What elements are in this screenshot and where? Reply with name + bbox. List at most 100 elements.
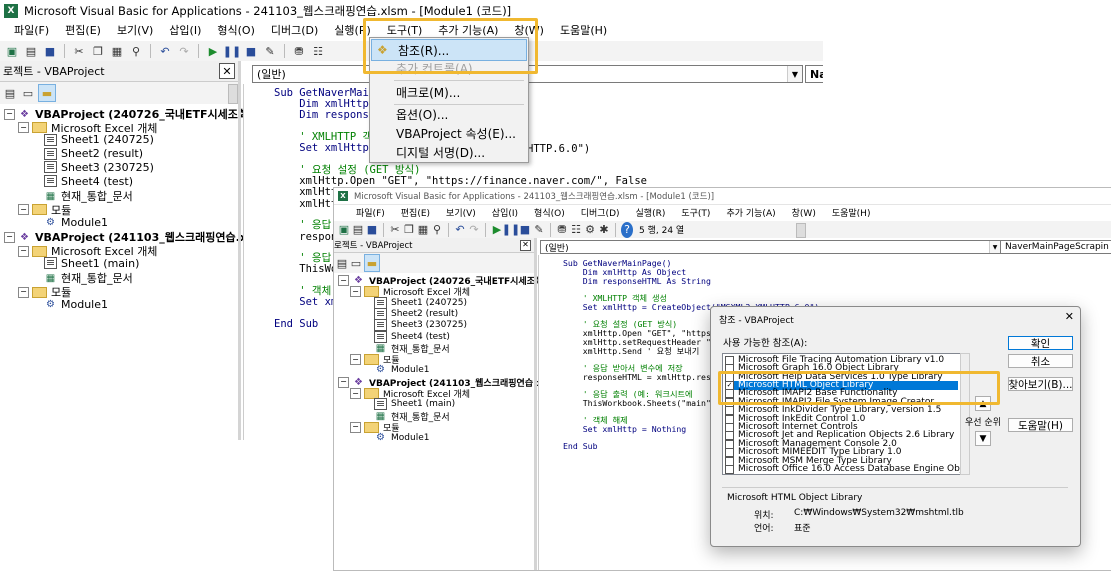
reference-list-item[interactable]: Microsoft Office 16.0 Access Database En… xyxy=(725,464,960,474)
paste-icon[interactable]: ▦ xyxy=(417,222,429,238)
pause-icon[interactable]: ❚❚ xyxy=(223,43,241,59)
tree-node[interactable]: Sheet1 (main) xyxy=(362,398,455,411)
find-icon[interactable]: ⚲ xyxy=(431,222,443,238)
tree-node[interactable]: Sheet3 (230725) xyxy=(362,319,467,332)
tree-node[interactable]: Sheet4 (test) xyxy=(362,330,450,343)
view-object-icon[interactable]: ▭ xyxy=(350,255,362,271)
priority-down-button[interactable]: ▼ xyxy=(975,431,991,446)
close-pane-icon[interactable]: ✕ xyxy=(219,63,235,79)
tree-node[interactable]: Sheet1 (240725) xyxy=(362,296,467,309)
properties-icon[interactable]: ☷ xyxy=(310,43,326,59)
insert-userform-icon[interactable]: ▤ xyxy=(23,43,39,59)
object-browser-icon[interactable]: ⚙ xyxy=(584,222,596,238)
project-explorer-icon[interactable]: ⛃ xyxy=(291,43,307,59)
toggle-folders-icon[interactable]: ▬ xyxy=(38,84,56,102)
tree-node[interactable]: Sheet1 (240725) xyxy=(32,133,154,146)
front-menu-item[interactable]: 창(W) xyxy=(784,206,824,219)
back-menu-item[interactable]: 도움말(H) xyxy=(552,22,615,38)
collapse-icon[interactable]: − xyxy=(350,421,361,433)
collapse-icon[interactable]: − xyxy=(4,108,15,120)
front-menu-item[interactable]: 파일(F) xyxy=(348,206,393,219)
toggle-folders-icon[interactable]: ▬ xyxy=(364,254,380,272)
toolbox-icon[interactable]: ✱ xyxy=(598,222,610,238)
properties-icon[interactable]: ☷ xyxy=(570,222,582,238)
back-menu-item[interactable]: 편집(E) xyxy=(57,22,109,38)
front-menu-item[interactable]: 실행(R) xyxy=(628,206,674,219)
tree-node[interactable]: Sheet4 (test) xyxy=(32,175,133,188)
help-icon[interactable]: ? xyxy=(621,221,633,238)
front-menu-item[interactable]: 형식(O) xyxy=(526,206,573,219)
tree-node[interactable]: ⚙ Module1 xyxy=(32,216,108,229)
collapse-icon[interactable]: − xyxy=(350,286,361,298)
back-project-pane-header: 로젝트 - VBAProject ✕ xyxy=(0,61,238,82)
front-menu-item[interactable]: 디버그(D) xyxy=(573,206,628,219)
collapse-icon[interactable]: − xyxy=(338,376,349,388)
back-menu-item[interactable]: 디버그(D) xyxy=(263,22,326,38)
collapse-icon[interactable]: − xyxy=(18,245,29,257)
collapse-icon[interactable]: − xyxy=(350,354,361,366)
reset-icon[interactable]: ■ xyxy=(243,43,259,59)
ok-button[interactable]: 확인 xyxy=(1008,336,1073,350)
back-menu-item[interactable]: 보기(V) xyxy=(109,22,161,38)
back-menu-item[interactable]: 형식(O) xyxy=(209,22,262,38)
menu-item-project-properties[interactable]: VBAProject 속성(E)... xyxy=(370,123,528,143)
cancel-button[interactable]: 취소 xyxy=(1008,354,1073,368)
paste-icon[interactable]: ▦ xyxy=(109,43,125,59)
save-icon[interactable]: ■ xyxy=(366,222,378,238)
collapse-icon[interactable]: − xyxy=(338,275,349,286)
view-code-icon[interactable]: ▤ xyxy=(2,85,18,101)
tree-node[interactable]: Sheet1 (main) xyxy=(32,257,139,270)
close-pane-icon[interactable]: ✕ xyxy=(520,239,531,251)
pause-icon[interactable]: ❚❚ xyxy=(502,222,520,238)
front-menu-item[interactable]: 편집(E) xyxy=(393,206,438,219)
excel-view-icon[interactable]: ▣ xyxy=(338,222,350,238)
redo-icon[interactable]: ↷ xyxy=(176,43,192,59)
save-icon[interactable]: ■ xyxy=(42,43,58,59)
find-icon[interactable]: ⚲ xyxy=(128,43,144,59)
front-menu-item[interactable]: 추가 기능(A) xyxy=(718,206,783,219)
run-icon[interactable]: ▶ xyxy=(205,43,221,59)
front-proc-combo[interactable]: NaverMainPageScrapin xyxy=(1000,240,1111,254)
help-button[interactable]: 도움말(H) xyxy=(1008,418,1073,432)
front-menu-item[interactable]: 도구(T) xyxy=(673,206,718,219)
collapse-icon[interactable]: − xyxy=(4,231,15,243)
project-explorer-icon[interactable]: ⛃ xyxy=(556,222,568,238)
front-object-combo[interactable]: (일반) ▼ xyxy=(540,240,1001,254)
undo-icon[interactable]: ↶ xyxy=(157,43,173,59)
tree-node[interactable]: Sheet2 (result) xyxy=(362,307,458,320)
front-menu-item[interactable]: 도움말(H) xyxy=(824,206,879,219)
copy-icon[interactable]: ❐ xyxy=(403,222,415,238)
reference-checkbox[interactable] xyxy=(725,464,734,474)
cut-icon[interactable]: ✂ xyxy=(389,222,401,238)
reset-icon[interactable]: ■ xyxy=(519,222,531,238)
tree-node[interactable]: Sheet2 (result) xyxy=(32,147,143,160)
insert-userform-icon[interactable]: ▤ xyxy=(352,222,364,238)
tree-node[interactable]: Sheet3 (230725) xyxy=(32,161,154,174)
collapse-icon[interactable]: − xyxy=(350,388,361,399)
design-mode-icon[interactable]: ✎ xyxy=(262,43,278,59)
front-menu-item[interactable]: 보기(V) xyxy=(438,206,484,219)
tree-node[interactable]: ⚙ Module1 xyxy=(362,364,429,375)
view-code-icon[interactable]: ▤ xyxy=(336,255,348,271)
design-mode-icon[interactable]: ✎ xyxy=(533,222,545,238)
front-menu-item[interactable]: 삽입(I) xyxy=(484,206,526,219)
collapse-icon[interactable]: − xyxy=(18,286,29,298)
cut-icon[interactable]: ✂ xyxy=(71,43,87,59)
view-object-icon[interactable]: ▭ xyxy=(20,85,36,101)
back-proc-combo[interactable]: Na xyxy=(805,65,823,83)
tree-node[interactable]: ⚙ Module1 xyxy=(362,432,429,443)
browse-button[interactable]: 찾아보기(B)... xyxy=(1008,377,1073,391)
collapse-icon[interactable]: − xyxy=(18,122,29,134)
back-menu-item[interactable]: 삽입(I) xyxy=(161,22,209,38)
dialog-close-icon[interactable]: ✕ xyxy=(1065,310,1074,323)
redo-icon[interactable]: ↷ xyxy=(468,222,480,238)
excel-view-icon[interactable]: ▣ xyxy=(4,43,20,59)
back-menu-item[interactable]: 파일(F) xyxy=(6,22,57,38)
copy-icon[interactable]: ❐ xyxy=(90,43,106,59)
tree-node[interactable]: ⚙ Module1 xyxy=(32,298,108,311)
menu-item-macros[interactable]: 매크로(M)... xyxy=(370,82,528,102)
menu-item-digital-signature[interactable]: 디지털 서명(D)... xyxy=(370,142,528,162)
collapse-icon[interactable]: − xyxy=(18,204,29,216)
undo-icon[interactable]: ↶ xyxy=(454,222,466,238)
menu-item-options[interactable]: 옵션(O)... xyxy=(370,104,528,124)
